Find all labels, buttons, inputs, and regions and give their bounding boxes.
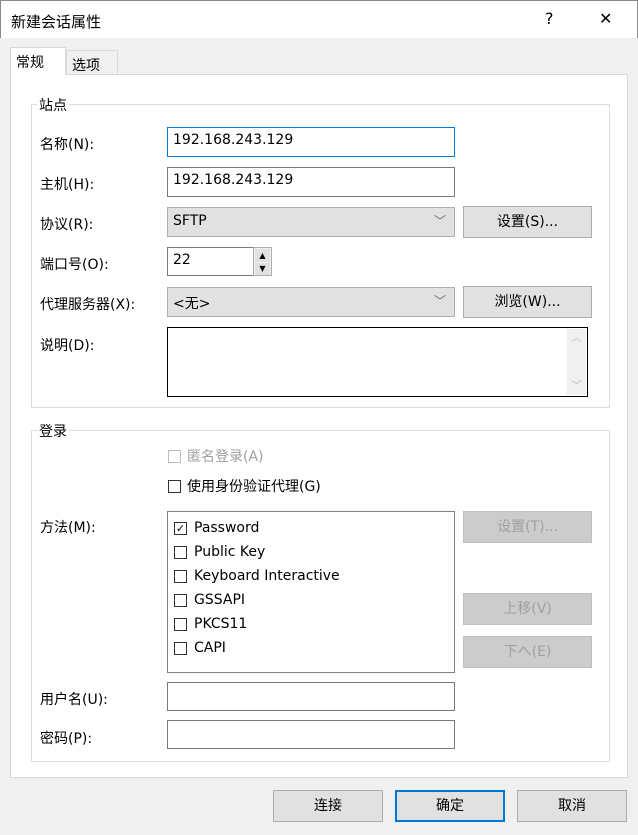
host-label: 主机(H): xyxy=(40,177,95,193)
method-item[interactable]: Keyboard Interactive xyxy=(168,564,454,588)
port-input[interactable]: 22 xyxy=(167,247,254,276)
password-input[interactable] xyxy=(167,720,455,749)
checkbox[interactable] xyxy=(168,479,181,493)
tab-general[interactable]: 常规 xyxy=(10,47,66,75)
scrollbar[interactable]: ︿ ﹀ xyxy=(567,329,586,395)
method-label: GSSAPI xyxy=(194,592,246,608)
protocol-label: 协议(R): xyxy=(40,217,94,233)
anonymous-label: 匿名登录(A) xyxy=(187,449,264,465)
checkbox[interactable] xyxy=(168,449,181,463)
checkbox[interactable] xyxy=(174,545,187,559)
ok-button[interactable]: 确定 xyxy=(395,790,505,822)
move-up-button[interactable]: 上移(V) xyxy=(463,593,592,625)
cancel-button[interactable]: 取消 xyxy=(517,790,627,822)
protocol-settings-button[interactable]: 设置(S)... xyxy=(463,206,592,238)
method-label: 方法(M): xyxy=(40,520,96,536)
site-group-label: 站点 xyxy=(37,95,69,115)
method-item[interactable]: Public Key xyxy=(168,540,454,564)
password-label: 密码(P): xyxy=(40,731,93,747)
move-down-button[interactable]: 下へ(E) xyxy=(463,636,592,668)
name-label: 名称(N): xyxy=(40,137,95,153)
method-label: Password xyxy=(194,520,260,536)
method-label: Public Key xyxy=(194,544,266,560)
protocol-select[interactable]: SFTP ﹀ xyxy=(167,207,455,237)
username-input[interactable] xyxy=(167,682,455,711)
scroll-down-icon[interactable]: ﹀ xyxy=(567,377,586,393)
title-bar: 新建会话属性 ? ✕ xyxy=(0,0,638,38)
help-icon[interactable]: ? xyxy=(545,9,554,28)
login-group-label: 登录 xyxy=(37,421,69,441)
spin-down-icon[interactable]: ▼ xyxy=(255,263,270,275)
scroll-up-icon[interactable]: ︿ xyxy=(567,329,586,345)
method-settings-button[interactable]: 设置(T)... xyxy=(463,511,592,543)
method-item[interactable]: PKCS11 xyxy=(168,612,454,636)
username-label: 用户名(U): xyxy=(40,692,108,708)
checkbox[interactable] xyxy=(174,569,187,583)
protocol-value: SFTP xyxy=(173,213,207,229)
description-textarea[interactable]: ︿ ﹀ xyxy=(167,327,588,397)
agent-checkbox[interactable]: 使用身份验证代理(G) xyxy=(168,476,321,496)
method-item[interactable]: ✓ Password xyxy=(168,516,454,540)
chevron-down-icon: ﹀ xyxy=(433,294,446,308)
host-input[interactable]: 192.168.243.129 xyxy=(167,167,455,197)
spin-up-icon[interactable]: ▲ xyxy=(255,249,270,262)
proxy-label: 代理服务器(X): xyxy=(40,297,136,313)
port-label: 端口号(O): xyxy=(40,257,109,273)
close-icon[interactable]: ✕ xyxy=(599,9,612,28)
checkbox[interactable] xyxy=(174,617,187,631)
method-label: Keyboard Interactive xyxy=(194,568,340,584)
method-label: CAPI xyxy=(194,640,226,656)
method-item[interactable]: GSSAPI xyxy=(168,588,454,612)
tab-options[interactable]: 选项 xyxy=(66,50,118,77)
checkbox[interactable] xyxy=(174,593,187,607)
method-item[interactable]: CAPI xyxy=(168,636,454,660)
connect-button[interactable]: 连接 xyxy=(273,790,383,822)
checkbox[interactable] xyxy=(174,641,187,655)
method-label: PKCS11 xyxy=(194,616,248,632)
proxy-value: <无> xyxy=(173,296,211,312)
port-spinner[interactable]: ▲ ▼ xyxy=(253,247,272,276)
checkbox[interactable]: ✓ xyxy=(174,521,187,535)
chevron-down-icon: ﹀ xyxy=(433,214,446,228)
proxy-browse-button[interactable]: 浏览(W)... xyxy=(463,286,592,318)
anonymous-checkbox[interactable]: 匿名登录(A) xyxy=(168,446,264,466)
description-label: 说明(D): xyxy=(40,338,95,354)
method-list[interactable]: ✓ Password Public Key Keyboard Interactive G… xyxy=(167,511,455,673)
window-title: 新建会话属性 xyxy=(11,13,102,31)
name-input[interactable]: 192.168.243.129 xyxy=(167,127,455,157)
proxy-select[interactable]: <无> ﹀ xyxy=(167,287,455,317)
agent-label: 使用身份验证代理(G) xyxy=(187,479,321,495)
